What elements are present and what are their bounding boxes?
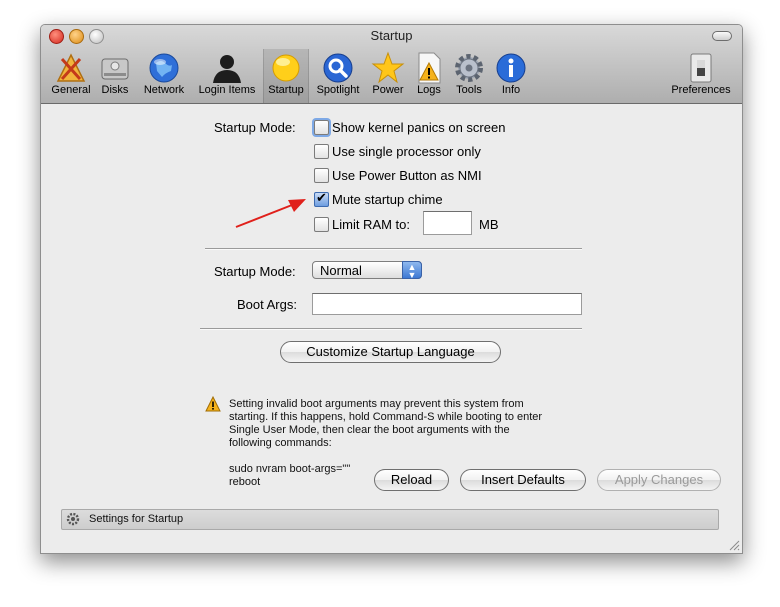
window-title: Startup [370,28,413,43]
info-icon [496,53,526,83]
ram-limit-input[interactable] [423,211,472,235]
ram-unit-label: MB [479,217,499,232]
disk-icon [101,58,129,80]
toolbar-item-login-items[interactable]: Login Items [191,49,263,103]
kernel-panics-checkbox[interactable] [314,120,329,135]
toolbar-label: Logs [417,84,441,96]
toolbar-toggle-button[interactable] [712,31,732,41]
startup-pane: Startup Mode: Show kernel panics on scre… [41,104,742,553]
toolbar-item-spotlight[interactable]: Spotlight [311,49,365,103]
chevron-up-down-icon: ▲ ▼ [402,261,422,280]
light-switch-icon [690,53,712,83]
status-bar: Settings for Startup [61,509,719,530]
globe-icon [149,53,179,83]
spotlight-icon [323,53,353,83]
reload-button[interactable]: Reload [374,469,449,491]
single-processor-checkbox[interactable] [314,144,329,159]
star-icon [371,51,405,84]
toolbar-item-network[interactable]: Network [138,49,190,103]
gear-icon [66,512,80,526]
warning-line: Setting invalid boot arguments may preve… [229,398,524,410]
power-button-nmi-label: Use Power Button as NMI [332,168,482,183]
startup-mode-label: Startup Mode: [214,264,296,279]
annotation-arrow [235,199,306,228]
toolbar-item-info[interactable]: Info [493,49,529,103]
warning-line [229,450,589,463]
insert-defaults-button[interactable]: Insert Defaults [460,469,586,491]
startup-icon [272,54,300,82]
toolbar-item-tools[interactable]: Tools [451,49,487,103]
startup-mode-select[interactable]: Normal ▲ ▼ [312,261,422,280]
title-bar: Startup General Disks Network Login Item… [41,25,742,104]
gear-icon [455,54,483,82]
power-button-nmi-checkbox[interactable] [314,168,329,183]
toolbar-label: General [51,84,91,96]
toolbar-label: Disks [101,84,129,96]
warning-icon [205,396,221,412]
toolbar-label: Login Items [198,84,256,96]
startup-mode-value: Normal [320,263,362,278]
warning-line: starting. If this happens, hold Command-… [229,411,543,423]
toolbar-label: Info [501,84,521,96]
startup-options-label: Startup Mode: [214,120,296,135]
separator [200,328,582,330]
separator [205,248,582,250]
toolbar-item-power[interactable]: Power [367,49,409,103]
toolbar-item-preferences[interactable]: Preferences [667,49,735,103]
boot-args-input[interactable] [312,293,582,315]
mute-chime-checkbox[interactable] [314,190,329,207]
single-processor-label: Use single processor only [332,144,481,159]
logs-warning-icon [418,52,441,84]
toolbar-label: Spotlight [316,84,360,96]
warning-line: following commands: [229,437,332,449]
toolbar-label: Power [372,84,404,96]
limit-ram-checkbox[interactable] [314,217,329,232]
toolbar-label: Preferences [671,84,731,96]
user-silhouette-icon [213,55,241,83]
boot-args-label: Boot Args: [237,297,297,312]
toolbar-label: Tools [456,84,482,96]
general-icon [56,53,86,82]
toolbar-item-general[interactable]: General [45,49,97,103]
toolbar-label: Network [143,84,185,96]
preferences-window: Startup General Disks Network Login Item… [40,24,743,554]
status-text: Settings for Startup [89,513,184,525]
resize-grip-icon[interactable] [728,539,740,551]
toolbar-item-disks[interactable]: Disks [97,49,133,103]
limit-ram-label: Limit RAM to: [332,217,411,232]
toolbar-item-startup[interactable]: Startup [263,49,309,103]
mute-chime-label: Mute startup chime [332,192,443,207]
toolbar-item-logs[interactable]: Logs [411,49,447,103]
warning-line: Single User Mode, then clear the boot ar… [229,424,510,436]
toolbar-label: Startup [268,84,304,96]
apply-changes-button[interactable]: Apply Changes [597,469,721,491]
kernel-panics-label: Show kernel panics on screen [332,120,506,135]
customize-language-button[interactable]: Customize Startup Language [280,341,501,363]
